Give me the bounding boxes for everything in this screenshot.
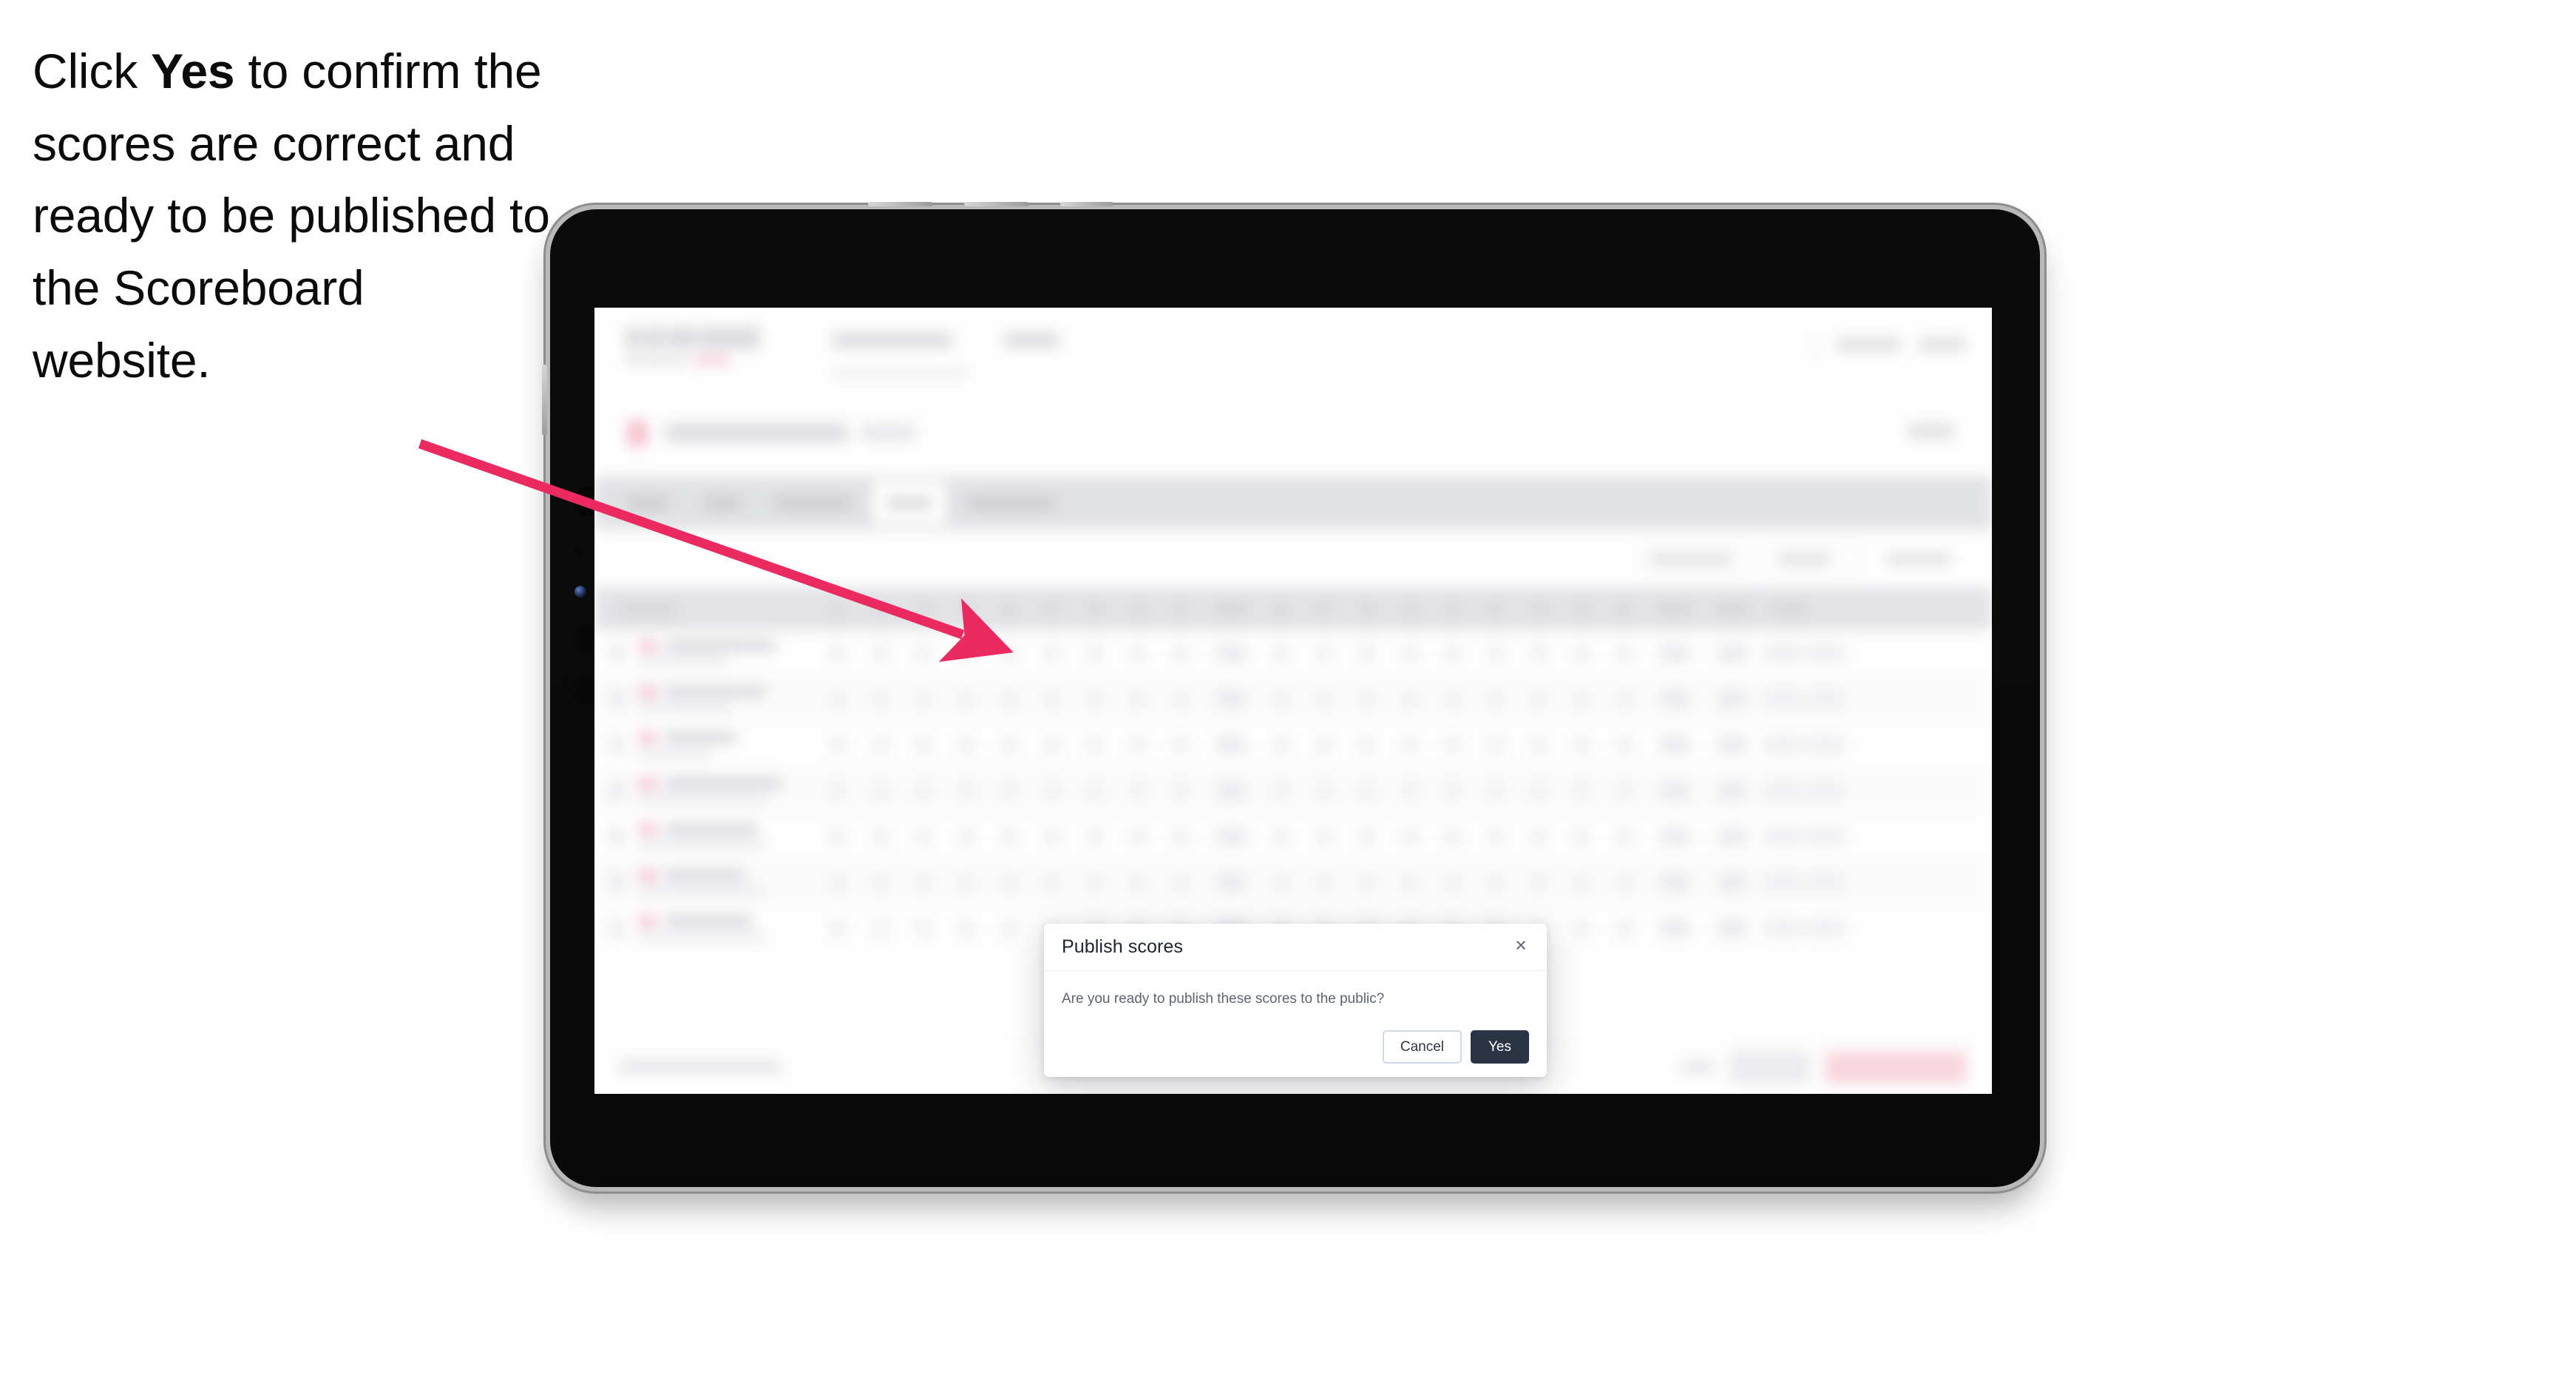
dialog-header: Publish scores × [1044, 924, 1547, 971]
caption-text-bold: Yes [151, 44, 235, 98]
dialog-body: Are you ready to publish these scores to… [1044, 971, 1547, 1010]
dialog-title: Publish scores [1062, 936, 1183, 957]
caption-text-before: Click [33, 44, 152, 98]
dialog-footer: Cancel Yes [1382, 1030, 1529, 1064]
device-top-antenna-band [964, 202, 1029, 206]
tablet-device-frame: Publish scores × Are you ready to publis… [542, 202, 2040, 1187]
device-top-antenna-band [1060, 202, 1114, 206]
screenshot-canvas: Click Yes to confirm the scores are corr… [0, 0, 2576, 1386]
instruction-caption: Click Yes to confirm the scores are corr… [33, 36, 550, 396]
device-top-antenna-band [868, 202, 933, 206]
tablet-screen: Publish scores × Are you ready to publis… [594, 308, 1992, 1094]
confirm-yes-button[interactable]: Yes [1471, 1030, 1529, 1064]
dialog-message: Are you ready to publish these scores to… [1062, 991, 1385, 1007]
publish-scores-dialog: Publish scores × Are you ready to publis… [1044, 924, 1547, 1077]
microphone-icon [574, 547, 582, 555]
close-icon[interactable]: × [1508, 933, 1533, 958]
sensor-icon [574, 586, 586, 598]
device-volume-button[interactable] [542, 365, 547, 436]
cancel-button[interactable]: Cancel [1382, 1030, 1462, 1064]
